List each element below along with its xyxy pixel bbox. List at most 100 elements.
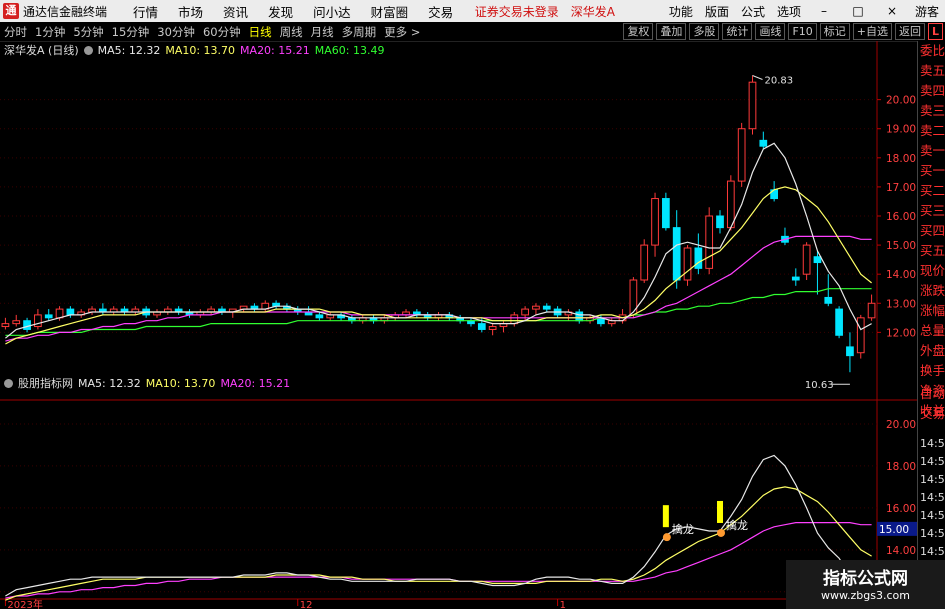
sidebar-time[interactable]: 14:55	[918, 453, 945, 471]
y-tick-label: 15.00	[886, 240, 916, 252]
candle-body	[575, 311, 584, 322]
close-button[interactable]: ×	[875, 4, 909, 18]
min-price-label: 10.63	[805, 380, 834, 391]
right-toolbar: 复权 叠加 多股 统计 画线 F10 标记 +自选 返回 L	[620, 23, 943, 40]
sidebar-item[interactable]: 卖二	[918, 121, 945, 141]
candle-body	[802, 244, 811, 275]
sidebar-item[interactable]: 卖三	[918, 101, 945, 121]
candle-body	[477, 323, 486, 330]
stock-chart[interactable]: 12.00 13.00 14.00 15.00 16.00 17.00 18.00 19.00…	[0, 41, 917, 609]
trade-login-status[interactable]: 证券交易未登录	[469, 3, 565, 20]
sidebar-item[interactable]: 买一	[918, 161, 945, 181]
candle-body	[824, 296, 833, 304]
sidebar-item[interactable]: 买四	[918, 221, 945, 241]
candle-body	[1, 323, 10, 328]
btn-adjust[interactable]: 复权	[623, 23, 654, 40]
sidebar-item[interactable]: 卖四	[918, 81, 945, 101]
sidebar-item[interactable]: 涨跌	[918, 281, 945, 301]
maximize-button[interactable]: □	[841, 4, 875, 18]
tab-daily[interactable]: 日线	[245, 24, 276, 40]
watermark-title: 指标公式网	[823, 569, 908, 589]
candle-body	[705, 215, 714, 269]
btn-draw[interactable]: 画线	[755, 23, 786, 40]
user-guest[interactable]: 游客	[909, 3, 945, 20]
sidebar-item[interactable]: 总量	[918, 321, 945, 341]
sidebar-bottom-item[interactable]: 自动	[918, 384, 945, 404]
sidebar-item[interactable]: 涨幅	[918, 301, 945, 321]
tab-weekly[interactable]: 周线	[276, 24, 307, 40]
tool-formula[interactable]: 公式	[735, 3, 771, 20]
candle-body	[867, 302, 876, 319]
menu-item-discover[interactable]: 发现	[258, 2, 303, 21]
btn-overlay[interactable]: 叠加	[656, 23, 687, 40]
sidebar-item[interactable]: 卖五	[918, 61, 945, 81]
sub-y-tick-label: 18.00	[886, 461, 916, 473]
y-tick-label: 16.00	[886, 211, 916, 223]
sidebar-time[interactable]: 14:56	[918, 525, 945, 543]
candle-body	[748, 81, 757, 130]
signal-hand-icon	[717, 528, 726, 537]
candle-body	[55, 308, 64, 319]
sidebar-item[interactable]: 外盘	[918, 341, 945, 361]
tab-monthly[interactable]: 月线	[307, 24, 338, 40]
signal-label: 擒龙	[726, 518, 748, 532]
btn-multi-stock[interactable]: 多股	[689, 23, 720, 40]
tool-function[interactable]: 功能	[663, 3, 699, 20]
sidebar-item[interactable]: 买三	[918, 201, 945, 221]
candle-body	[737, 128, 746, 182]
y-tick-label: 12.00	[886, 327, 916, 339]
tab-1min[interactable]: 1分钟	[31, 24, 69, 40]
btn-back[interactable]: 返回	[894, 23, 925, 40]
btn-mark[interactable]: 标记	[819, 23, 850, 40]
tab-intraday[interactable]: 分时	[0, 24, 31, 40]
menu-item-news[interactable]: 资讯	[213, 2, 258, 21]
tab-more[interactable]: 更多 >	[380, 24, 424, 40]
tool-layout[interactable]: 版面	[699, 3, 735, 20]
menu-item-assistant[interactable]: 问小达	[303, 2, 361, 21]
sidebar-item[interactable]: 买五	[918, 241, 945, 261]
x-tick-label: 2023年	[7, 598, 42, 609]
tab-5min[interactable]: 5分钟	[69, 24, 107, 40]
candle-body	[12, 320, 21, 325]
sidebar-item[interactable]: 卖一	[918, 141, 945, 161]
timeframe-toolbar: 分时 1分钟 5分钟 15分钟 30分钟 60分钟 日线 周线 月线 多周期 更…	[0, 22, 945, 42]
sub-ma20-line	[5, 522, 872, 599]
candle-body	[662, 198, 670, 229]
btn-add-watchlist[interactable]: +自选	[852, 23, 892, 40]
btn-f10[interactable]: F10	[788, 23, 817, 40]
candle-body	[759, 139, 768, 147]
sidebar-bottom-item[interactable]: 交易	[918, 404, 945, 424]
tab-multi-period[interactable]: 多周期	[338, 24, 381, 40]
sidebar-item[interactable]: 换手	[918, 361, 945, 381]
title-bar: 通 通达信金融终端 行情 市场 资讯 发现 问小达 财富圈 交易 证券交易未登录…	[0, 0, 945, 22]
menu-item-trade[interactable]: 交易	[418, 2, 463, 21]
candle-body	[856, 317, 865, 354]
btn-stats[interactable]: 统计	[722, 23, 753, 40]
candle-body	[488, 326, 497, 330]
candle-body	[651, 198, 659, 246]
minimize-button[interactable]: –	[807, 4, 841, 18]
signal-hand-icon	[662, 533, 671, 542]
tab-15min[interactable]: 15分钟	[108, 24, 154, 40]
sidebar-time[interactable]: 14:56	[918, 543, 945, 561]
menu-item-quotes[interactable]: 行情	[123, 2, 168, 21]
sidebar-item[interactable]: 委比	[918, 41, 945, 61]
menu-item-wealth[interactable]: 财富圈	[361, 2, 419, 21]
candle-body	[694, 247, 703, 269]
candle-body	[66, 308, 75, 316]
tool-options[interactable]: 选项	[771, 3, 807, 20]
menu-item-market[interactable]: 市场	[168, 2, 213, 21]
y-tick-label: 20.00	[886, 95, 916, 107]
candle-body	[683, 247, 692, 281]
candle-body	[315, 314, 324, 319]
panel-toggle-l[interactable]: L	[927, 23, 943, 40]
tab-30min[interactable]: 30分钟	[153, 24, 199, 40]
sidebar-time[interactable]: 14:55	[918, 489, 945, 507]
sidebar-item[interactable]: 买二	[918, 181, 945, 201]
y-tick-label: 18.00	[886, 153, 916, 165]
sidebar-time[interactable]: 14:55	[918, 471, 945, 489]
tab-60min[interactable]: 60分钟	[199, 24, 245, 40]
sidebar-item[interactable]: 现价	[918, 261, 945, 281]
sidebar-time[interactable]: 14:56	[918, 507, 945, 525]
sidebar-time[interactable]: 14:55	[918, 435, 945, 453]
